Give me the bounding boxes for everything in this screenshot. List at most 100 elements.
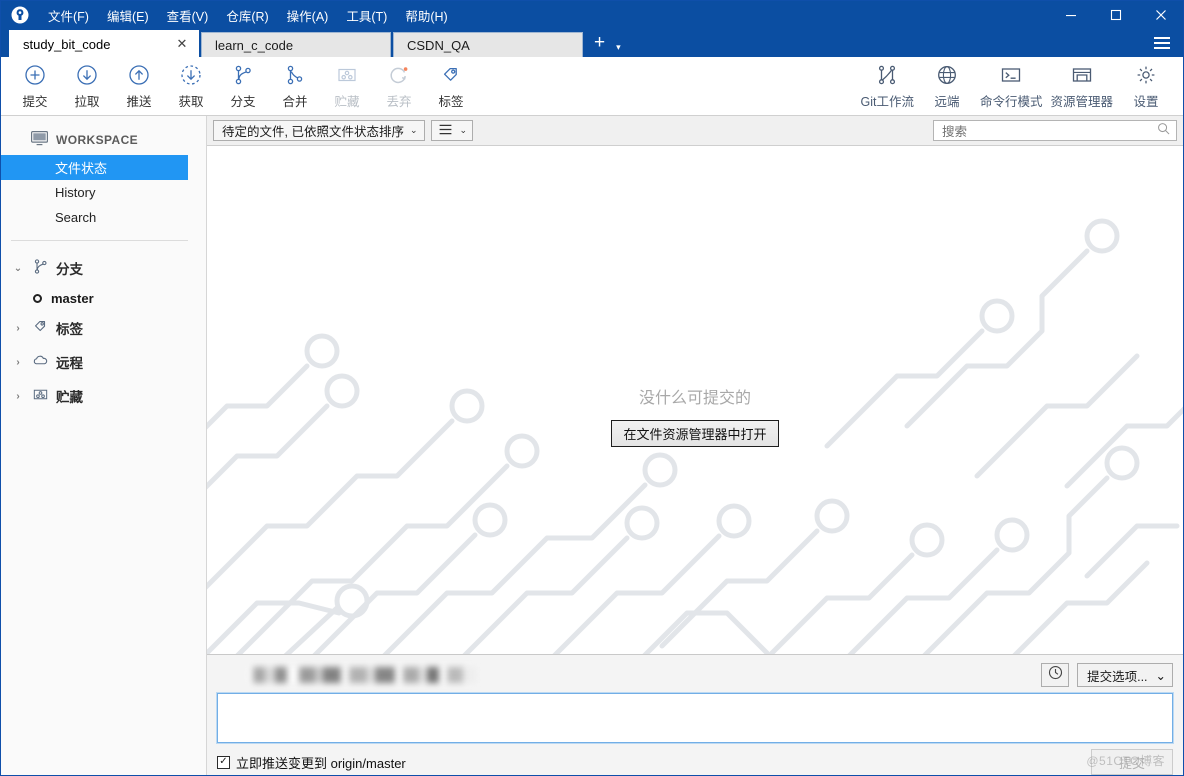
close-button[interactable] (1138, 1, 1183, 29)
toolbar-explorer-button[interactable]: 资源管理器 (1046, 59, 1117, 114)
tab-learn-c-code[interactable]: learn_c_code (201, 32, 391, 57)
fetch-dashed-circle-icon (180, 62, 202, 88)
sidebar-branch-master[interactable]: master (1, 285, 206, 311)
chevron-right-icon[interactable]: › (11, 357, 25, 368)
toolbar-label: 推送 (126, 95, 152, 109)
tag-icon (440, 62, 462, 88)
merge-icon (284, 62, 306, 88)
stash-box-icon (32, 386, 49, 406)
list-view-icon (439, 124, 452, 138)
chevron-down-icon: ⌄ (1155, 668, 1166, 683)
toolbar-label: 提交 (22, 95, 48, 109)
commit-options-dropdown[interactable]: 提交选项... ⌄ (1077, 663, 1173, 687)
window-controls (1048, 1, 1183, 29)
toolbar-label: 命令行模式 (979, 95, 1043, 109)
commit-button[interactable]: 提交 (1091, 749, 1173, 775)
search-input[interactable]: 搜索 (933, 120, 1177, 141)
toolbar-fetch-button[interactable]: 获取 (165, 59, 217, 114)
pull-down-arrow-circle-icon (76, 62, 98, 88)
sidebar-section-label: 标签 (56, 322, 83, 337)
commit-toolbar: 提交选项... ⌄ (217, 663, 1173, 687)
menu-edit[interactable]: 编辑(E) (98, 1, 158, 29)
chevron-right-icon[interactable]: › (11, 391, 25, 402)
toolbar-settings-button[interactable]: 设置 (1117, 59, 1175, 114)
commit-options-label: 提交选项... (1087, 669, 1148, 684)
toolbar-branch-button[interactable]: 分支 (217, 59, 269, 114)
chevron-down-icon: ⌄ (459, 125, 468, 135)
toolbar-tag-button[interactable]: 标签 (425, 59, 477, 114)
gear-icon (1135, 62, 1157, 88)
sidebar-section-remotes[interactable]: › 远程 (1, 345, 206, 379)
sidebar-section-label: 远程 (56, 356, 83, 371)
tag-icon (32, 318, 49, 338)
menu-view[interactable]: 查看(V) (158, 1, 218, 29)
stash-box-icon (336, 62, 358, 88)
sidebar-item-history[interactable]: History (1, 180, 206, 205)
hamburger-menu-icon[interactable] (1149, 32, 1175, 54)
toolbar-label: 获取 (178, 95, 204, 109)
toolbar-remote-button[interactable]: 远端 (918, 59, 976, 114)
sourcetree-window: 文件(F) 编辑(E) 查看(V) 仓库(R) 操作(A) 工具(T) 帮助(H… (0, 0, 1184, 776)
add-tab-button[interactable]: + (585, 32, 614, 57)
filter-bar: 待定的文件, 已依照文件状态排序 ⌄ ⌄ 搜索 (207, 116, 1183, 146)
toolbar-gitflow-button[interactable]: Git工作流 (856, 59, 917, 114)
discard-refresh-icon (388, 62, 410, 88)
sidebar-item-label: 文件状态 (55, 161, 108, 176)
tab-study-bit-code[interactable]: study_bit_code ✕ (9, 30, 199, 57)
branch-icon (232, 62, 254, 88)
menu-repository[interactable]: 仓库(R) (217, 1, 277, 29)
git-flow-icon (876, 62, 898, 88)
toolbar-stash-button[interactable]: 贮藏 (321, 59, 373, 114)
toolbar-discard-button[interactable]: 丢弃 (373, 59, 425, 114)
main-toolbar: 提交 拉取 推送 获取 分支 合并 贮藏 丢弃 标签 Git工作流 远端 命令行… (1, 57, 1183, 116)
workspace-label: WORKSPACE (56, 133, 139, 147)
toolbar-label: 设置 (1133, 95, 1159, 109)
menu-file[interactable]: 文件(F) (39, 1, 98, 29)
maximize-button[interactable] (1093, 1, 1138, 29)
close-icon[interactable]: ✕ (174, 36, 190, 52)
tab-label: study_bit_code (23, 36, 111, 52)
toolbar-commit-button[interactable]: 提交 (9, 59, 61, 114)
chevron-down-icon[interactable]: ▾ (614, 32, 627, 57)
toolbar-label: 合并 (282, 95, 308, 109)
sidebar-section-branches[interactable]: ⌄ 分支 (1, 251, 206, 285)
main-panel: 待定的文件, 已依照文件状态排序 ⌄ ⌄ 搜索 没什么可提交的 在文件资源管理器… (207, 116, 1183, 775)
toolbar-label: Git工作流 (860, 95, 914, 109)
checkbox[interactable]: ✓ (217, 755, 230, 769)
file-filter-dropdown[interactable]: 待定的文件, 已依照文件状态排序 ⌄ (213, 120, 425, 141)
chevron-down-icon[interactable]: ⌄ (11, 263, 25, 274)
toolbar-right-group: Git工作流 远端 命令行模式 资源管理器 设置 (856, 59, 1175, 114)
toolbar-label: 资源管理器 (1050, 95, 1113, 109)
commit-history-button[interactable] (1041, 663, 1070, 687)
push-immediately-checkbox-row[interactable]: ✓ 立即推送变更到 origin/master (217, 753, 406, 772)
minimize-button[interactable] (1048, 1, 1093, 29)
clock-history-icon (1048, 665, 1063, 685)
open-in-explorer-button[interactable]: 在文件资源管理器中打开 (611, 420, 779, 447)
sidebar-section-tags[interactable]: › 标签 (1, 311, 206, 345)
sidebar-section-stashes[interactable]: › 贮藏 (1, 379, 206, 413)
author-redacted-text (249, 667, 477, 683)
menu-actions[interactable]: 操作(A) (278, 1, 338, 29)
sidebar: WORKSPACE 文件状态 History Search ⌄ 分支 maste… (1, 116, 207, 775)
menu-bar: 文件(F) 编辑(E) 查看(V) 仓库(R) 操作(A) 工具(T) 帮助(H… (39, 1, 457, 29)
toolbar-label: 贮藏 (334, 95, 360, 109)
sidebar-divider (11, 240, 188, 241)
toolbar-label: 拉取 (74, 95, 100, 109)
menu-tools[interactable]: 工具(T) (337, 1, 396, 29)
toolbar-merge-button[interactable]: 合并 (269, 59, 321, 114)
sourcetree-logo-icon (1, 1, 39, 29)
toolbar-push-button[interactable]: 推送 (113, 59, 165, 114)
toolbar-pull-button[interactable]: 拉取 (61, 59, 113, 114)
view-mode-dropdown[interactable]: ⌄ (430, 120, 474, 141)
toolbar-terminal-button[interactable]: 命令行模式 (976, 59, 1047, 114)
toolbar-label: 丢弃 (386, 95, 412, 109)
toolbar-label: 标签 (438, 95, 464, 109)
chevron-down-icon: ⌄ (409, 125, 418, 135)
commit-message-input[interactable] (216, 692, 1174, 744)
menu-help[interactable]: 帮助(H) (396, 1, 456, 29)
sidebar-item-file-status[interactable]: 文件状态 (1, 155, 188, 180)
tab-csdn-qa[interactable]: CSDN_QA (393, 32, 583, 57)
sidebar-item-search[interactable]: Search (1, 205, 206, 230)
chevron-right-icon[interactable]: › (11, 323, 25, 334)
file-filter-value: 待定的文件, 已依照文件状态排序 (222, 125, 404, 139)
